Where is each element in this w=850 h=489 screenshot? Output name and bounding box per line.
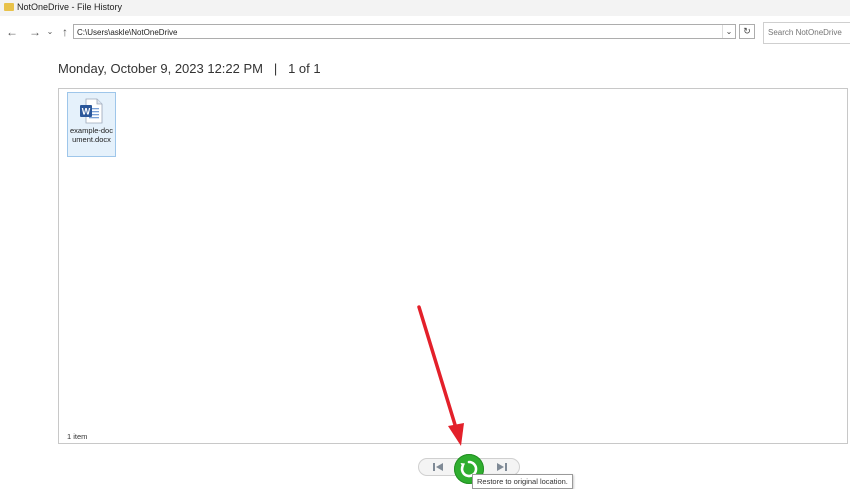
title-bar: NotOneDrive - File History [0,0,850,16]
recent-locations-chevron-icon[interactable]: ⌄ [45,24,55,40]
window-title: NotOneDrive - File History [17,2,123,12]
file-item[interactable]: W example-document.docx [67,92,116,157]
refresh-icon[interactable]: ↻ [739,24,755,39]
search-input[interactable] [768,28,848,37]
snapshot-page: 1 of 1 [288,61,321,76]
header-separator: | [273,61,278,76]
navigation-bar: ← → ⌄ ↑ C:\Users\askle\NotOneDrive ⌄ ↻ [0,20,850,46]
up-arrow-icon[interactable]: ↑ [57,24,73,40]
snapshot-date: Monday, October 9, 2023 12:22 PM [58,61,263,76]
address-bar[interactable]: C:\Users\askle\NotOneDrive ⌄ [73,24,736,39]
forward-arrow-icon[interactable]: → [27,24,43,40]
address-text: C:\Users\askle\NotOneDrive [77,28,178,37]
back-arrow-icon[interactable]: ← [4,24,20,40]
folder-icon [4,3,14,11]
search-box[interactable] [763,22,850,44]
chevron-down-icon[interactable]: ⌄ [722,25,735,38]
restore-tooltip: Restore to original location. [472,474,573,489]
word-document-icon: W [80,98,103,124]
item-count: 1 item [67,432,88,441]
next-version-icon[interactable] [495,461,509,473]
file-name: example-document.docx [70,126,113,144]
file-view: W example-document.docx 1 item [58,88,848,444]
svg-text:W: W [82,107,91,117]
snapshot-header: Monday, October 9, 2023 12:22 PM | 1 of … [58,61,321,76]
previous-version-icon[interactable] [431,461,445,473]
